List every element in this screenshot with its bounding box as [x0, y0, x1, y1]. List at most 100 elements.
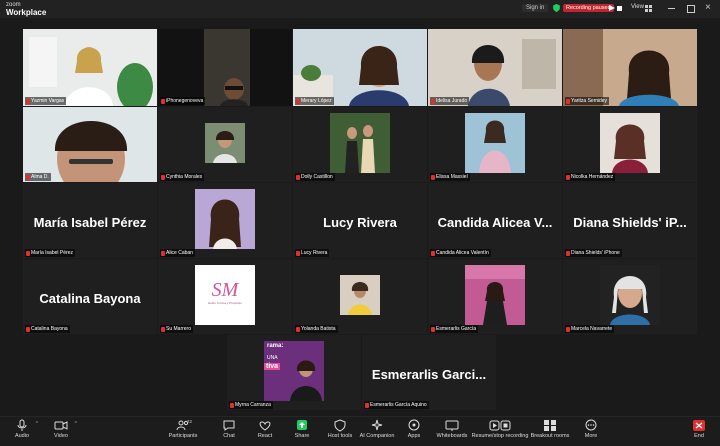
muted-mic-icon: [296, 98, 300, 104]
participant-video: [23, 107, 157, 182]
display-name: María Isabel Pérez: [33, 215, 147, 230]
participant-nameplate: Alma D.: [25, 173, 51, 181]
breakout-rooms-button[interactable]: Breakout rooms: [528, 419, 572, 439]
sign-in-button[interactable]: Sign in: [522, 4, 549, 12]
ai-companion-label: AI Companion: [359, 433, 395, 439]
muted-mic-icon: [566, 250, 570, 256]
participant-nameplate: iPhonegenoveva: [160, 97, 206, 105]
end-call-icon: [693, 420, 705, 431]
resume-stop-recording-button[interactable]: Resume/stop recording: [470, 419, 530, 439]
host-tools-label: Host tools: [327, 433, 353, 439]
avatar: [600, 113, 660, 173]
name-tile[interactable]: María Isabel Pérez María Isabel Pérez: [23, 183, 157, 258]
muted-mic-icon: [431, 250, 435, 256]
display-name: Esmerarlis Garci...: [371, 367, 487, 382]
shield-icon[interactable]: [553, 4, 560, 12]
resume-stop-label: Resume/stop recording: [471, 433, 529, 439]
avatar: SM Estilo, Forma y Propósito: [195, 265, 255, 325]
muted-mic-icon: [26, 98, 30, 104]
participant-name: iPhonegenoveva: [166, 98, 204, 104]
avatar: [340, 275, 380, 315]
participant-nameplate: Su Marrero: [160, 325, 194, 333]
name-tile[interactable]: Candida Alicea V... Candida Alicea Valen…: [428, 183, 562, 258]
participants-button[interactable]: 22 Participants: [161, 419, 205, 439]
avatar-tile[interactable]: Marcela Navarrete: [563, 259, 697, 334]
participant-nameplate: Merary López: [295, 97, 334, 105]
grid-view-icon[interactable]: [645, 5, 652, 12]
avatar-tile[interactable]: Dolly Castillon: [293, 107, 427, 182]
flyer-photo: [290, 360, 322, 401]
participant-nameplate: Dolly Castillon: [295, 173, 335, 181]
muted-mic-icon: [26, 326, 30, 332]
zoom-logo: zoom Workplace: [6, 1, 46, 17]
microphone-icon: [17, 419, 27, 431]
participant-name: Marcela Navarrete: [571, 326, 613, 332]
apps-icon: [408, 419, 420, 431]
video-tile[interactable]: iPhonegenoveva: [158, 29, 292, 106]
close-window-icon[interactable]: ×: [705, 2, 711, 13]
name-tile[interactable]: Diana Shields' iP... Diana Shields' iPho…: [563, 183, 697, 258]
participant-video: [23, 29, 157, 106]
avatar-tile[interactable]: Elissa Massiel: [428, 107, 562, 182]
participant-nameplate: Diana Shields' iPhone: [565, 249, 622, 257]
participant-nameplate: Nicolka Hernández: [565, 173, 616, 181]
whiteboard-icon: [445, 420, 459, 431]
video-button[interactable]: Video ^: [39, 419, 83, 439]
participant-name: Esmerarlis García: [436, 326, 477, 332]
chevron-up-icon[interactable]: ^: [36, 421, 38, 427]
avatar: [195, 189, 255, 249]
participant-nameplate: Catalina Bayona: [25, 325, 70, 333]
recording-controls-icon: [489, 420, 511, 431]
name-tile[interactable]: Esmerarlis Garci... Esmerarlis García Aq…: [362, 335, 496, 410]
shield-icon: [334, 419, 346, 432]
name-tile[interactable]: Catalina Bayona Catalina Bayona: [23, 259, 157, 334]
muted-mic-icon: [365, 402, 369, 408]
whiteboards-button[interactable]: Whiteboards: [430, 419, 474, 439]
avatar-tile[interactable]: Esmerarlis García: [428, 259, 562, 334]
end-button[interactable]: End: [685, 419, 713, 439]
name-tile[interactable]: Lucy Rivera Lucy Rivera: [293, 183, 427, 258]
share-label: Share: [294, 433, 310, 439]
maximize-window-icon[interactable]: [687, 5, 695, 13]
video-tile[interactable]: Merary López: [293, 29, 427, 106]
video-tile[interactable]: Yaritza Semidey: [563, 29, 697, 106]
share-screen-icon: [297, 420, 307, 430]
participant-name: Yazmin Vargas: [31, 98, 65, 104]
resume-recording-icon[interactable]: [609, 5, 615, 11]
chevron-up-icon[interactable]: ^: [75, 421, 77, 427]
view-button[interactable]: View: [631, 4, 644, 10]
participant-video: [293, 29, 427, 106]
display-name: Candida Alicea V...: [437, 215, 553, 230]
avatar-tile[interactable]: Yolanda Batista: [293, 259, 427, 334]
avatar-tile[interactable]: Cynthia Morales: [158, 107, 292, 182]
participant-name: Catalina Bayona: [31, 326, 68, 332]
stop-recording-icon[interactable]: [617, 6, 622, 11]
avatar-tile[interactable]: SM Estilo, Forma y Propósito Su Marrero: [158, 259, 292, 334]
video-tile[interactable]: Idelisa Jurado: [428, 29, 562, 106]
video-tile[interactable]: Alma D.: [23, 107, 157, 182]
participant-name: Diana Shields' iPhone: [571, 250, 620, 256]
video-tile[interactable]: Yazmin Vargas: [23, 29, 157, 106]
muted-mic-icon: [566, 174, 570, 180]
participant-video: [158, 29, 292, 106]
participant-name: Candida Alicea Valentín: [436, 250, 489, 256]
avatar-tile[interactable]: Alice Caban: [158, 183, 292, 258]
participant-nameplate: Esmerarlis García Aquino: [364, 401, 429, 409]
avatar: [330, 113, 390, 173]
more-button[interactable]: More: [569, 419, 613, 439]
avatar-tile[interactable]: Nicolka Hernández: [563, 107, 697, 182]
audio-button[interactable]: Audio ^: [0, 419, 44, 439]
muted-mic-icon: [161, 250, 165, 256]
muted-mic-icon: [431, 98, 435, 104]
audio-label: Audio: [14, 433, 30, 439]
participant-nameplate: María Isabel Pérez: [25, 249, 75, 257]
avatar-tile[interactable]: rama: UNA tiva Myrna Carranza: [227, 335, 361, 410]
minimize-window-icon[interactable]: [668, 8, 675, 9]
whiteboards-label: Whiteboards: [436, 433, 468, 439]
display-name: Lucy Rivera: [323, 215, 397, 230]
breakout-rooms-label: Breakout rooms: [530, 433, 570, 439]
heart-icon: [259, 421, 271, 431]
react-label: React: [257, 433, 273, 439]
participant-name: Alice Caban: [166, 250, 193, 256]
muted-mic-icon: [161, 98, 165, 104]
